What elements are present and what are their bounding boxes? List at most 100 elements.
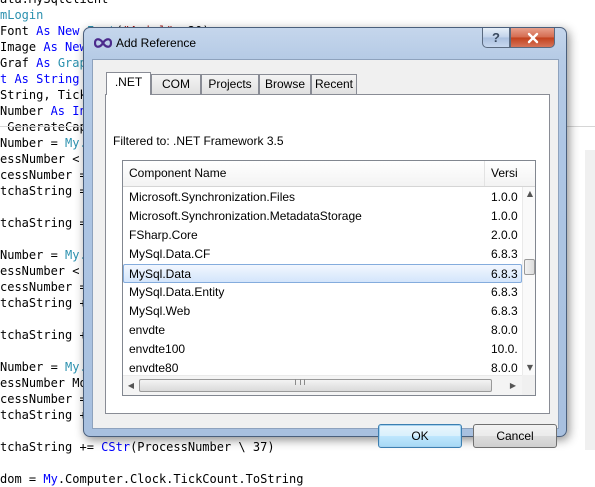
component-name: Microsoft.Synchronization.MetadataStorag… xyxy=(129,209,362,223)
code-token: dom = xyxy=(0,472,44,486)
infinity-icon xyxy=(94,38,112,48)
horizontal-scroll-thumb[interactable] xyxy=(139,379,492,392)
code-line: tchaString = xyxy=(0,215,87,231)
code-line: essNumber Mod xyxy=(0,375,94,391)
scroll-right-arrow-icon[interactable]: ▶ xyxy=(506,379,520,393)
code-line: ata.MySqlClient xyxy=(0,0,108,7)
code-token: cessNumber = xyxy=(0,168,87,182)
horizontal-scrollbar[interactable]: ◀ ▶ xyxy=(123,375,522,395)
add-reference-dialog: Add Reference ? .NET COM Projects Browse… xyxy=(83,27,567,448)
code-token: Image xyxy=(0,40,44,54)
list-item[interactable]: FSharp.Core 2.0.0 xyxy=(123,226,522,245)
code-token: tchaString += xyxy=(0,328,94,342)
code-line: dom = My.Computer.Clock.TickCount.ToStri… xyxy=(0,471,303,487)
component-version: 6.8.3 xyxy=(491,267,518,281)
code-token: GenerateCapt xyxy=(0,120,94,134)
code-token: essNumber Mod xyxy=(0,376,94,390)
code-token: String, TickR xyxy=(0,88,94,102)
code-token: cessNumber = xyxy=(0,392,87,406)
column-header-component-name[interactable]: Component Name xyxy=(123,161,485,186)
code-line: GenerateCapt xyxy=(0,119,94,135)
code-line: Number = My.C xyxy=(0,135,94,151)
component-version: 1.0.0 xyxy=(491,209,518,223)
code-line: Number = My.C xyxy=(0,247,94,263)
list-item[interactable]: MySql.Web 6.8.3 xyxy=(123,302,522,321)
ok-button[interactable]: OK xyxy=(378,424,462,448)
code-token: As New xyxy=(36,24,87,38)
code-token: mLogin xyxy=(0,8,44,22)
tab-com[interactable]: COM xyxy=(151,74,201,94)
code-token: Number xyxy=(0,104,51,118)
code-token: ata.MySqlClient xyxy=(0,0,108,6)
tab-net[interactable]: .NET xyxy=(106,72,151,95)
component-name: envdte xyxy=(129,323,166,337)
code-token: Number = xyxy=(0,136,66,150)
code-line: Image As New xyxy=(0,39,94,55)
list-item[interactable]: envdte80 8.0.0 xyxy=(123,359,522,375)
list-item[interactable]: MySql.Data.Entity 6.8.3 xyxy=(123,283,522,302)
code-token: My xyxy=(43,472,58,486)
vertical-scrollbar[interactable]: ▲ ▼ xyxy=(522,187,535,375)
code-line: tchaString += CStr(ProcessNumber \ 37) xyxy=(0,439,275,455)
code-line: tchaString = xyxy=(0,183,87,199)
code-token: essNumber < 3 xyxy=(0,264,94,278)
list-item[interactable]: Microsoft.Synchronization.MetadataStorag… xyxy=(123,207,522,226)
list-body: Microsoft.Synchronization.Files 1.0.0 Mic… xyxy=(123,187,522,375)
code-token: Number = xyxy=(0,360,66,374)
code-line: Number As Int xyxy=(0,103,94,119)
code-token: (ProcessNumber \ 37) xyxy=(130,440,275,454)
code-token: tchaString += xyxy=(0,296,94,310)
code-line: t As String = xyxy=(0,71,94,87)
tab-projects[interactable]: Projects xyxy=(201,74,259,94)
component-name: Microsoft.Synchronization.Files xyxy=(129,190,296,204)
dialog-title: Add Reference xyxy=(116,36,197,50)
column-header-version[interactable]: Versi xyxy=(485,161,525,186)
scroll-corner xyxy=(522,375,535,395)
code-line: cessNumber = xyxy=(0,279,87,295)
scroll-down-arrow-icon[interactable]: ▼ xyxy=(523,361,535,375)
editor-scrollbar[interactable] xyxy=(585,150,595,450)
component-version: 10.0. xyxy=(491,342,518,356)
component-list[interactable]: Component Name Versi Microsoft.Synchroni… xyxy=(122,160,536,396)
component-name: MySql.Data.Entity xyxy=(129,285,225,299)
close-button[interactable] xyxy=(510,28,555,48)
dialog-titlebar[interactable]: Add Reference ? xyxy=(84,28,566,58)
code-line: essNumber < 3 xyxy=(0,263,94,279)
code-token: tchaString += xyxy=(0,408,94,422)
code-line: tchaString += xyxy=(0,295,94,311)
close-icon xyxy=(527,32,538,44)
list-item[interactable]: envdte 8.0.0 xyxy=(123,321,522,340)
cancel-button[interactable]: Cancel xyxy=(473,424,557,448)
tab-browse[interactable]: Browse xyxy=(259,74,311,94)
component-name: MySql.Web xyxy=(129,304,191,318)
code-token: cessNumber = xyxy=(0,280,87,294)
filter-label: Filtered to: .NET Framework 3.5 xyxy=(113,134,284,148)
component-version: 6.8.3 xyxy=(491,247,518,261)
code-line: cessNumber = xyxy=(0,167,87,183)
code-token: essNumber < 5 xyxy=(0,152,94,166)
code-line: essNumber < 5 xyxy=(0,151,94,167)
tab-strip: .NET COM Projects Browse Recent xyxy=(106,72,366,95)
code-line: tchaString += xyxy=(0,407,94,423)
code-line: mLogin xyxy=(0,7,43,23)
code-token: Graf xyxy=(0,56,37,70)
list-header: Component Name Versi xyxy=(123,161,535,187)
vertical-scroll-thumb[interactable] xyxy=(524,259,535,275)
tab-recent[interactable]: Recent xyxy=(311,74,357,94)
code-token: tchaString = xyxy=(0,184,87,198)
code-token: As xyxy=(36,56,58,70)
code-token: tchaString += xyxy=(0,440,102,454)
list-item-selected[interactable]: MySql.Data 6.8.3 xyxy=(123,264,522,283)
code-token: .Computer.Clock.TickCount.ToString xyxy=(57,472,304,486)
scroll-up-arrow-icon[interactable]: ▲ xyxy=(523,187,535,201)
help-button[interactable]: ? xyxy=(482,28,510,48)
list-item[interactable]: MySql.Data.CF 6.8.3 xyxy=(123,245,522,264)
list-item[interactable]: envdte100 10.0. xyxy=(123,340,522,359)
code-line: Graf As Graph xyxy=(0,55,94,71)
code-token: As String xyxy=(14,72,80,86)
list-item[interactable]: Microsoft.Synchronization.Files 1.0.0 xyxy=(123,188,522,207)
code-line: String, TickR xyxy=(0,87,94,103)
scroll-left-arrow-icon[interactable]: ◀ xyxy=(124,379,138,393)
component-name: MySql.Data.CF xyxy=(129,247,211,261)
component-name: MySql.Data xyxy=(129,267,192,281)
